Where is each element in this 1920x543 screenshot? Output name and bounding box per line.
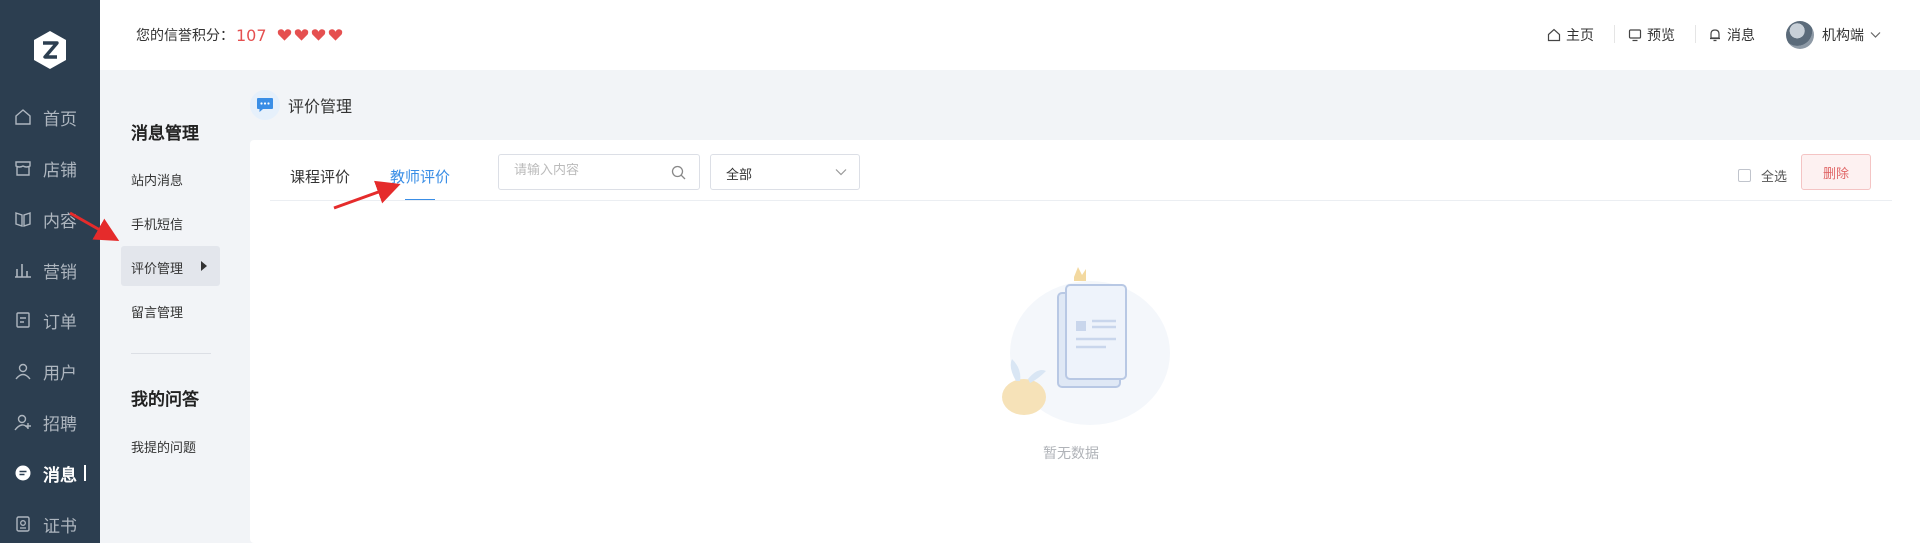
reviews-panel: 课程评价 教师评价 全部 全选 删除 暂无数据 <box>250 140 1920 543</box>
bell-icon <box>1710 29 1720 42</box>
nav-item-marketing[interactable]: 营销 <box>0 250 100 290</box>
filter-value: 全部 <box>726 168 753 183</box>
preview-link[interactable]: 预览 <box>1628 25 1675 45</box>
tab-course-reviews[interactable]: 课程评价 <box>290 166 350 187</box>
main-nav: 首页 店铺 内容 营销 订单 用户 招聘 消息 证书 <box>0 0 100 543</box>
top-header: 您的信誉积分： 107 主页 预览 消息 机构端 <box>100 0 1920 70</box>
user-icon <box>15 363 31 380</box>
home-link[interactable]: 主页 <box>1547 25 1594 45</box>
user-plus-icon <box>14 414 31 431</box>
nav-label: 首页 <box>43 109 77 130</box>
subnav-item-label: 评价管理 <box>131 262 184 277</box>
nav-label: 店铺 <box>43 160 77 181</box>
search-box[interactable] <box>498 154 700 190</box>
nav-item-orders[interactable]: 订单 <box>0 300 100 340</box>
empty-state-illustration <box>1002 267 1170 425</box>
heart-icon <box>294 29 308 41</box>
store-icon <box>15 161 31 176</box>
checkbox[interactable] <box>1738 169 1751 182</box>
account-label: 机构端 <box>1822 28 1864 44</box>
nav-label: 营销 <box>43 262 77 283</box>
divider <box>131 353 211 354</box>
chevron-down-icon <box>835 169 847 176</box>
subnav-item-site-messages[interactable]: 站内消息 <box>131 170 183 189</box>
messages-link[interactable]: 消息 <box>1708 25 1755 45</box>
document-icon <box>16 312 30 328</box>
nav-label: 用户 <box>43 363 77 384</box>
select-all-checkbox[interactable]: 全选 <box>1738 166 1787 185</box>
tab-teacher-reviews[interactable]: 教师评价 <box>390 166 450 187</box>
subnav-item-reviews[interactable]: 评价管理 <box>121 246 220 286</box>
empty-state-text: 暂无数据 <box>1043 446 1099 462</box>
chevron-down-icon <box>1870 32 1881 38</box>
subnav-title-qa: 我的问答 <box>131 390 199 410</box>
subnav-title-messages: 消息管理 <box>131 124 199 144</box>
page-header: 评价管理 <box>250 90 352 120</box>
avatar[interactable] <box>1786 21 1814 49</box>
logo-icon <box>34 31 66 69</box>
nav-label: 消息 <box>43 465 77 486</box>
bar-chart-icon <box>15 264 31 278</box>
nav-item-messages[interactable]: 消息 <box>0 453 100 493</box>
monitor-icon <box>1628 29 1642 42</box>
page-title: 评价管理 <box>288 97 353 116</box>
credit-hearts <box>277 28 345 42</box>
heart-icon <box>277 29 291 41</box>
caret-right-icon <box>201 261 207 271</box>
credit-label: 您的信誉积分： <box>136 28 234 44</box>
heart-icon <box>328 29 342 41</box>
subnav-item-sms[interactable]: 手机短信 <box>131 214 183 233</box>
messages-link-label: 消息 <box>1727 28 1755 44</box>
nav-item-users[interactable]: 用户 <box>0 351 100 391</box>
heart-icon <box>311 29 325 41</box>
account-menu[interactable]: 机构端 <box>1822 25 1886 45</box>
subnav-item-comments[interactable]: 留言管理 <box>131 302 183 321</box>
nav-item-store[interactable]: 店铺 <box>0 148 100 188</box>
nav-item-certificate[interactable]: 证书 <box>0 504 100 543</box>
nav-item-content[interactable]: 内容 <box>0 199 100 239</box>
divider <box>270 200 1892 201</box>
nav-label: 内容 <box>43 211 77 232</box>
book-icon <box>15 212 31 227</box>
active-indicator <box>84 465 86 481</box>
home-link-label: 主页 <box>1566 28 1594 44</box>
divider <box>1695 25 1696 43</box>
delete-button[interactable]: 删除 <box>1801 154 1871 190</box>
search-input[interactable] <box>514 163 664 178</box>
divider <box>1614 25 1615 43</box>
nav-label: 证书 <box>43 516 77 537</box>
filter-select[interactable]: 全部 <box>710 154 860 190</box>
preview-link-label: 预览 <box>1647 28 1675 44</box>
sub-sidebar: 消息管理 站内消息 手机短信 评价管理 留言管理 我的问答 我提的问题 <box>100 70 230 543</box>
certificate-icon <box>16 516 30 532</box>
home-icon <box>15 109 31 125</box>
nav-item-home[interactable]: 首页 <box>0 97 100 137</box>
home-icon <box>1547 28 1561 42</box>
subnav-item-my-questions[interactable]: 我提的问题 <box>131 437 196 456</box>
search-icon <box>671 165 686 180</box>
nav-item-recruit[interactable]: 招聘 <box>0 402 100 442</box>
credit-value: 107 <box>236 25 267 45</box>
select-all-label: 全选 <box>1761 170 1788 185</box>
credit-score: 您的信誉积分： 107 <box>136 25 345 45</box>
nav-label: 招聘 <box>43 414 77 435</box>
chat-icon <box>15 465 31 481</box>
chat-bubble-icon <box>250 90 280 120</box>
nav-label: 订单 <box>43 312 77 333</box>
